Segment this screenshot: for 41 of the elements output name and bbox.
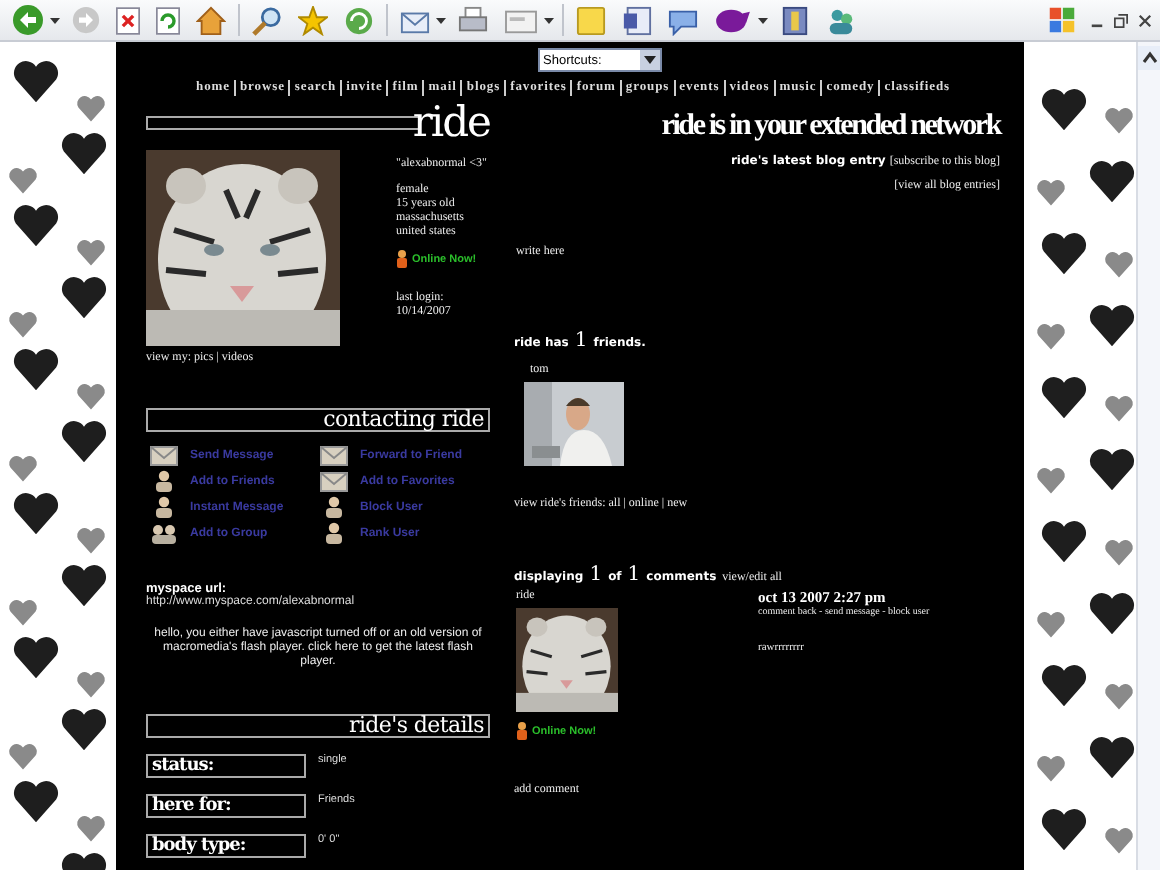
person-icon — [320, 496, 348, 518]
home-icon[interactable] — [196, 5, 226, 35]
print-icon[interactable] — [458, 5, 488, 35]
caret-icon[interactable] — [758, 17, 768, 23]
refresh-icon[interactable] — [156, 5, 180, 35]
scroll-up-icon[interactable] — [1138, 46, 1160, 70]
dropdown-arrow-icon[interactable] — [639, 50, 659, 70]
friend-count: 1 — [574, 330, 588, 352]
history-icon[interactable] — [344, 5, 374, 35]
note-icon[interactable] — [576, 5, 606, 35]
back-icon[interactable] — [12, 4, 44, 36]
section-header: ride's details — [146, 714, 490, 738]
envelope-icon — [320, 471, 348, 491]
envelope-icon — [320, 445, 348, 465]
detail-label: body type: — [146, 834, 306, 858]
detail-label: here for: — [146, 794, 306, 818]
comment-count: 1 — [627, 564, 641, 586]
caret-icon[interactable] — [544, 17, 554, 23]
close-icon[interactable] — [1138, 13, 1152, 27]
person-icon — [150, 470, 178, 492]
comment-count: 1 — [589, 564, 603, 586]
person-icon — [516, 722, 528, 740]
network-heading: ride is in your extended network — [659, 108, 1000, 144]
caret-icon[interactable] — [436, 17, 446, 23]
people-icon — [150, 523, 178, 543]
messenger-icon[interactable] — [714, 5, 752, 35]
people-icon[interactable] — [826, 5, 856, 35]
person-icon — [396, 250, 408, 268]
chat-icon[interactable] — [668, 5, 698, 35]
person-icon — [320, 522, 348, 544]
envelope-icon — [150, 445, 178, 465]
profile-name: ride — [412, 102, 490, 142]
caret-icon[interactable] — [50, 17, 60, 23]
windows-logo-icon — [1048, 6, 1076, 34]
person-icon — [150, 496, 178, 518]
search-icon[interactable] — [252, 5, 282, 35]
star-icon[interactable] — [298, 5, 328, 35]
section-header: contacting ride — [146, 408, 490, 432]
stop-icon[interactable] — [116, 5, 140, 35]
detail-label: status: — [146, 754, 306, 778]
restore-icon[interactable] — [1114, 13, 1128, 27]
